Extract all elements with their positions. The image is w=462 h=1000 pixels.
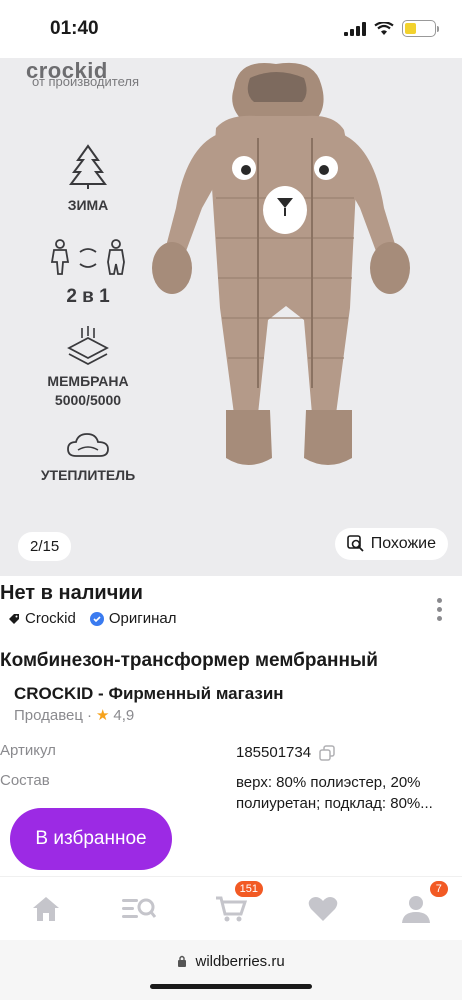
profile-badge: 7 [429, 880, 448, 897]
nav-catalog[interactable] [119, 889, 159, 929]
bottom-nav: 151 7 [0, 876, 462, 940]
image-counter: 2/15 [18, 532, 72, 561]
original-label: Оригинал [108, 610, 177, 627]
similar-label: Похожие [370, 535, 436, 552]
transform-icon [50, 239, 125, 275]
image-search-icon [346, 535, 364, 552]
lock-icon [178, 955, 187, 967]
url-text: wildberries.ru [0, 953, 462, 970]
status-icons [344, 20, 439, 37]
battery-icon [402, 20, 439, 37]
seller-meta: Продавец · ★ 4,9 [14, 706, 135, 725]
status-bar: 01:40 [0, 0, 462, 58]
verified-icon [89, 611, 104, 626]
copy-icon[interactable] [319, 745, 336, 761]
url-label: wildberries.ru [195, 953, 285, 970]
wifi-icon [374, 21, 394, 35]
original-badge: Оригинал [89, 610, 177, 627]
nav-profile[interactable]: 7 [396, 880, 448, 929]
spec-value: верх: 80% полиэстер, 20% полиуретан; под… [236, 774, 433, 812]
spec-key: Артикул [0, 742, 56, 759]
tree-icon [69, 144, 107, 189]
more-options-icon[interactable] [437, 598, 442, 621]
feature-label: МЕМБРАНА 5000/5000 [47, 373, 129, 408]
brand-subtitle: от производителя [32, 74, 140, 89]
nav-home[interactable] [26, 889, 66, 929]
nav-favorites[interactable] [303, 889, 343, 929]
seller-label: Продавец [14, 706, 83, 724]
star-icon: ★ [95, 707, 110, 724]
seller-name[interactable]: CROCKID - Фирменный магазин [14, 684, 284, 704]
heart-icon [309, 896, 338, 921]
product-gallery[interactable]: crockid от производителя ЗИМА 2 в 1 МЕМБ… [0, 58, 462, 576]
feature-winter: ЗИМА [28, 144, 148, 215]
brand-name: Crockid [25, 610, 76, 627]
seller-rating: 4,9 [113, 706, 135, 724]
nav-cart[interactable]: 151 [211, 880, 263, 929]
home-icon [33, 896, 60, 921]
product-badges: Crockid Оригинал [8, 610, 176, 627]
feature-label: УТЕПЛИТЕЛЬ [40, 467, 136, 483]
feature-membrane: МЕМБРАНА 5000/5000 [28, 326, 148, 410]
stock-status: Нет в наличии [0, 582, 143, 604]
feature-2in1: 2 в 1 [28, 238, 148, 310]
status-time: 01:40 [50, 18, 99, 39]
feature-insulation: УТЕПЛИТЕЛЬ [28, 430, 148, 485]
catalog-search-icon [121, 898, 156, 918]
membrane-icon [67, 326, 109, 366]
add-to-favorites-button[interactable]: В избранное [10, 808, 172, 870]
spec-value: 185501734 [236, 742, 450, 763]
product-image [152, 62, 410, 465]
brand-badge[interactable]: Crockid [8, 610, 76, 627]
signal-icon [344, 21, 366, 36]
spec-key: Состав [0, 772, 50, 789]
cart-badge: 151 [234, 880, 263, 897]
article-number: 185501734 [236, 744, 312, 761]
profile-icon [401, 895, 430, 923]
browser-url-bar[interactable]: wildberries.ru [0, 940, 462, 1000]
cart-icon [215, 896, 247, 921]
feature-label: 2 в 1 [66, 286, 110, 307]
cloud-icon [67, 433, 109, 457]
similar-button[interactable]: Похожие [334, 528, 448, 560]
tag-icon [9, 613, 19, 624]
home-indicator [150, 984, 312, 989]
product-name: Комбинезон-трансформер мембранный [0, 650, 378, 671]
feature-label: ЗИМА [67, 197, 109, 213]
